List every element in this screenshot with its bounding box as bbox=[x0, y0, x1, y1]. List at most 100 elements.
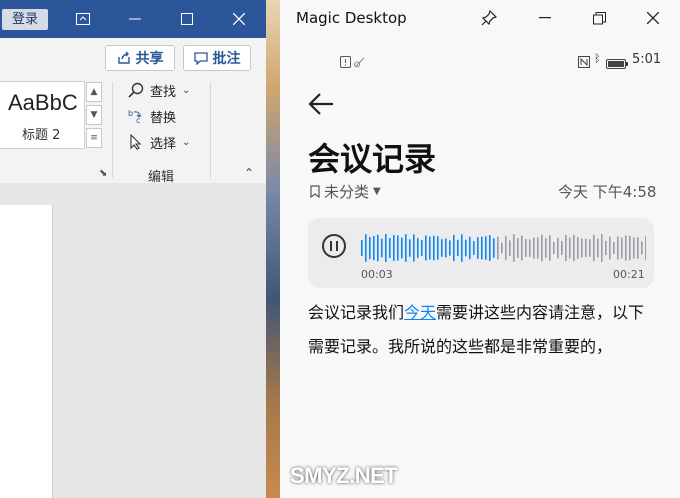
nfc-icon bbox=[578, 53, 590, 72]
waveform-bar bbox=[389, 238, 391, 258]
bluetooth-icon: ᛒ bbox=[594, 52, 601, 65]
back-arrow-icon[interactable] bbox=[308, 92, 338, 120]
battery-icon bbox=[606, 54, 628, 73]
waveform-bar bbox=[521, 235, 523, 261]
link-icon bbox=[354, 53, 366, 72]
audio-elapsed-time: 00:03 bbox=[361, 268, 393, 281]
restore-icon[interactable] bbox=[584, 4, 614, 32]
note-title[interactable]: 会议记录 bbox=[308, 134, 436, 180]
audio-total-time: 00:21 bbox=[613, 268, 645, 281]
waveform-bar bbox=[581, 238, 583, 258]
search-icon bbox=[128, 82, 144, 98]
waveform-bar bbox=[545, 238, 547, 258]
word-title-bar: 登录 bbox=[0, 0, 266, 38]
pause-button[interactable] bbox=[322, 234, 346, 258]
waveform-bar bbox=[377, 234, 379, 262]
styles-scroll-down-icon[interactable]: ▼ bbox=[86, 105, 102, 125]
waveform-bar bbox=[553, 242, 555, 254]
waveform-bar bbox=[457, 239, 459, 257]
waveform-bar bbox=[633, 237, 635, 259]
chevron-down-icon: ⌄ bbox=[182, 84, 191, 96]
waveform-bar bbox=[465, 239, 467, 257]
styles-gallery-item[interactable]: AaBbC 标题 2 bbox=[0, 81, 85, 149]
waveform-bar bbox=[421, 240, 423, 256]
waveform-bar bbox=[497, 236, 499, 260]
waveform-bar bbox=[517, 238, 519, 258]
select-button[interactable]: 选择 ⌄ bbox=[128, 132, 190, 152]
waveform-bar bbox=[585, 238, 587, 258]
note-body-text: 会议记录我们 bbox=[308, 303, 405, 322]
minimize-icon[interactable] bbox=[530, 4, 560, 32]
styles-scroll-up-icon[interactable]: ▲ bbox=[86, 82, 102, 102]
chevron-down-icon: ⌄ bbox=[182, 136, 191, 148]
cursor-arrow-icon bbox=[130, 134, 142, 150]
waveform-bar bbox=[493, 238, 495, 258]
word-window: 登录 共享 批注 AaBbC 标题 2 ▲ ▼ ≡ ⬊ 查找 ⌄ bc 替换 选… bbox=[0, 0, 266, 498]
waveform-bar bbox=[525, 239, 527, 257]
waveform-bar bbox=[441, 239, 443, 257]
waveform-bar bbox=[505, 236, 507, 260]
note-body-link[interactable]: 今天 bbox=[404, 303, 436, 322]
notification-icon bbox=[340, 53, 351, 72]
close-icon[interactable] bbox=[214, 0, 264, 38]
maximize-icon[interactable] bbox=[162, 0, 212, 38]
waveform-bar bbox=[565, 235, 567, 261]
svg-text:c: c bbox=[136, 116, 140, 124]
waveform-bar bbox=[561, 241, 563, 255]
waveform-bar bbox=[373, 235, 375, 261]
comments-label: 批注 bbox=[212, 51, 241, 67]
group-separator bbox=[112, 82, 113, 178]
magic-desktop-window: Magic Desktop ᛒ 5:01 会议记录 未分类 ▼ 今天 下午4:5… bbox=[280, 0, 680, 498]
category-selector[interactable]: 未分类 ▼ bbox=[310, 181, 381, 202]
replace-label: 替换 bbox=[150, 110, 177, 126]
ribbon-display-options-icon[interactable] bbox=[58, 0, 108, 38]
waveform-bar bbox=[461, 234, 463, 262]
audio-player: 00:03 00:21 bbox=[308, 218, 654, 288]
waveform-bar bbox=[429, 236, 431, 260]
bookmark-icon bbox=[310, 185, 320, 198]
waveform-bar bbox=[397, 235, 399, 261]
login-button[interactable]: 登录 bbox=[2, 9, 48, 30]
waveform-bar bbox=[641, 241, 643, 255]
waveform-bar bbox=[401, 237, 403, 259]
window-title: Magic Desktop bbox=[296, 9, 407, 27]
minimize-icon[interactable] bbox=[110, 0, 160, 38]
waveform-bar bbox=[417, 238, 419, 258]
waveform-bar bbox=[469, 236, 471, 260]
waveform-bar bbox=[405, 234, 407, 262]
waveform-bar bbox=[369, 236, 371, 260]
styles-more-icon[interactable]: ≡ bbox=[86, 128, 102, 148]
status-time: 5:01 bbox=[632, 52, 662, 67]
find-button[interactable]: 查找 ⌄ bbox=[128, 80, 190, 100]
waveform-bar bbox=[485, 236, 487, 260]
styles-dialog-launcher-icon[interactable]: ⬊ bbox=[99, 168, 107, 179]
collapse-ribbon-icon[interactable]: ⌃ bbox=[244, 166, 254, 180]
waveform-bar bbox=[477, 237, 479, 259]
document-page[interactable] bbox=[0, 205, 53, 498]
group-separator bbox=[210, 82, 211, 178]
svg-text:b: b bbox=[128, 109, 133, 118]
waveform-bar bbox=[433, 235, 435, 261]
waveform-bar bbox=[381, 238, 383, 258]
audio-waveform[interactable] bbox=[360, 232, 646, 264]
waveform-bar bbox=[637, 237, 639, 259]
note-body[interactable]: 会议记录我们今天需要讲这些内容请注意，以下需要记录。我所说的这些都是非常重要的， bbox=[308, 296, 660, 364]
waveform-bar bbox=[509, 240, 511, 256]
waveform-bar bbox=[597, 238, 599, 258]
waveform-bar bbox=[573, 235, 575, 261]
close-icon[interactable] bbox=[638, 4, 668, 32]
waveform-bar bbox=[609, 236, 611, 260]
category-label: 未分类 bbox=[324, 183, 370, 201]
style-name: 标题 2 bbox=[22, 128, 61, 143]
waveform-bar bbox=[549, 235, 551, 261]
replace-button[interactable]: bc 替换 bbox=[128, 106, 176, 126]
comments-button[interactable]: 批注 bbox=[183, 45, 251, 71]
share-button[interactable]: 共享 bbox=[105, 45, 175, 71]
waveform-bar bbox=[489, 235, 491, 261]
waveform-bar bbox=[645, 236, 646, 260]
pin-icon[interactable] bbox=[474, 4, 504, 32]
note-timestamp: 今天 下午4:58 bbox=[558, 183, 657, 201]
waveform-bar bbox=[617, 236, 619, 260]
waveform-bar bbox=[537, 237, 539, 259]
waveform-bar bbox=[577, 237, 579, 259]
